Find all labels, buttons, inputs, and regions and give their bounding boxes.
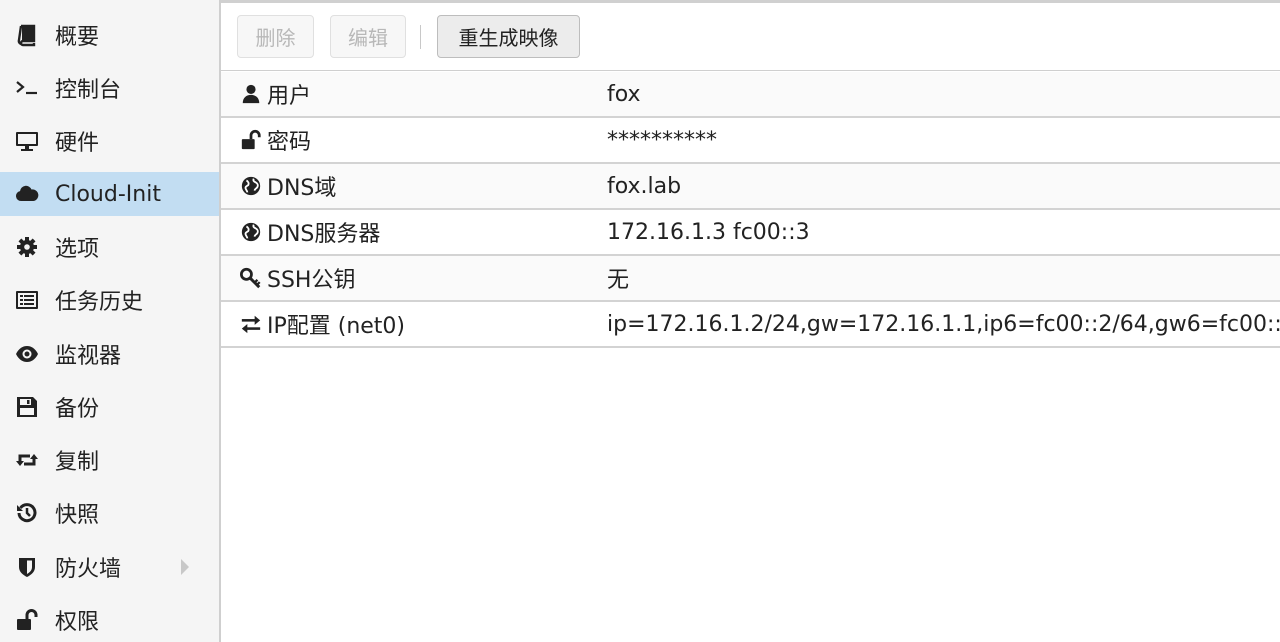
- row-key-label: SSH公钥: [267, 268, 356, 293]
- edit-button[interactable]: 编辑: [330, 15, 406, 58]
- monitor-icon: [13, 127, 41, 155]
- sidebar-item-label: 防火墙: [55, 557, 122, 582]
- sidebar: 概要 控制台 硬件 Cloud-Init 选项 任务历史 监视器 备份 复制 快…: [0, 0, 221, 642]
- sidebar-item-hardware[interactable]: 硬件: [0, 119, 219, 163]
- retweet-icon: [13, 446, 41, 474]
- sidebar-item-label: Cloud-Init: [55, 181, 161, 207]
- row-key-label: 密码: [267, 130, 312, 155]
- sidebar-item-permissions[interactable]: 权限: [0, 598, 219, 642]
- row-key: DNS域: [239, 170, 336, 202]
- row-key: SSH公钥: [239, 262, 355, 294]
- row-value: fox: [607, 81, 641, 107]
- sidebar-item-label: 复制: [55, 450, 100, 475]
- sidebar-item-task-history[interactable]: 任务历史: [0, 278, 219, 322]
- delete-button[interactable]: 删除: [237, 15, 314, 58]
- unlock-icon: [239, 128, 263, 152]
- sidebar-item-label: 概要: [55, 25, 100, 50]
- row-value: 无: [607, 268, 630, 293]
- book-icon: [13, 21, 41, 49]
- table-row[interactable]: 密码 **********: [221, 118, 1280, 164]
- sidebar-item-label: 硬件: [55, 131, 100, 156]
- regenerate-image-button[interactable]: 重生成映像: [437, 15, 580, 58]
- eye-icon: [13, 340, 41, 368]
- sidebar-item-replication[interactable]: 复制: [0, 438, 219, 482]
- row-key-label: DNS域: [267, 176, 337, 201]
- sidebar-item-options[interactable]: 选项: [0, 225, 219, 269]
- sidebar-item-label: 任务历史: [55, 290, 144, 315]
- row-key: DNS服务器: [239, 216, 380, 248]
- globe-icon: [239, 220, 263, 244]
- table-row[interactable]: DNS域 fox.lab: [221, 164, 1280, 210]
- sidebar-item-label: 监视器: [55, 344, 122, 369]
- sidebar-item-label: 选项: [55, 237, 100, 262]
- cloud-icon: [13, 180, 41, 208]
- toolbar-separator: [420, 25, 421, 49]
- sidebar-item-label: 快照: [55, 503, 100, 528]
- row-value: 172.16.1.3 fc00::3: [607, 219, 810, 245]
- gear-icon: [13, 233, 41, 261]
- shield-icon: [13, 553, 41, 581]
- globe-icon: [239, 174, 263, 198]
- table-row[interactable]: SSH公钥 无: [221, 256, 1280, 302]
- floppy-icon: [13, 393, 41, 421]
- row-key: 用户: [239, 78, 311, 110]
- row-key-label: DNS服务器: [267, 222, 381, 247]
- list-icon: [13, 286, 41, 314]
- row-key: IP配置 (net0): [239, 308, 405, 340]
- sidebar-item-cloud-init[interactable]: Cloud-Init: [0, 172, 219, 216]
- sidebar-item-console[interactable]: 控制台: [0, 66, 219, 110]
- unlock-icon: [13, 606, 41, 634]
- terminal-icon: [13, 74, 41, 102]
- row-value: ip=172.16.1.2/24,gw=172.16.1.1,ip6=fc00:…: [607, 311, 1280, 337]
- cloud-init-grid: 用户 fox 密码 ********** DNS域 fox.lab DNS服务器…: [221, 72, 1280, 348]
- user-icon: [239, 82, 263, 106]
- chevron-right-icon[interactable]: [179, 557, 191, 577]
- key-icon: [239, 266, 263, 290]
- row-key-label: IP配置 (net0): [267, 314, 406, 339]
- row-key-label: 用户: [267, 84, 312, 109]
- table-row[interactable]: 用户 fox: [221, 72, 1280, 118]
- toolbar: 删除 编辑 重生成映像: [221, 3, 1280, 71]
- sidebar-item-firewall[interactable]: 防火墙: [0, 545, 219, 589]
- sidebar-item-label: 权限: [55, 610, 100, 635]
- row-value: fox.lab: [607, 173, 682, 199]
- sidebar-item-monitor[interactable]: 监视器: [0, 332, 219, 376]
- sidebar-item-label: 备份: [55, 397, 100, 422]
- row-value: **********: [607, 127, 717, 153]
- sidebar-item-snapshots[interactable]: 快照: [0, 491, 219, 535]
- history-icon: [13, 499, 41, 527]
- sidebar-item-summary[interactable]: 概要: [0, 13, 219, 57]
- row-key: 密码: [239, 124, 311, 156]
- exchange-icon: [239, 312, 263, 336]
- sidebar-item-backup[interactable]: 备份: [0, 385, 219, 429]
- sidebar-item-label: 控制台: [55, 78, 122, 103]
- table-row[interactable]: DNS服务器 172.16.1.3 fc00::3: [221, 210, 1280, 256]
- table-row[interactable]: IP配置 (net0) ip=172.16.1.2/24,gw=172.16.1…: [221, 302, 1280, 348]
